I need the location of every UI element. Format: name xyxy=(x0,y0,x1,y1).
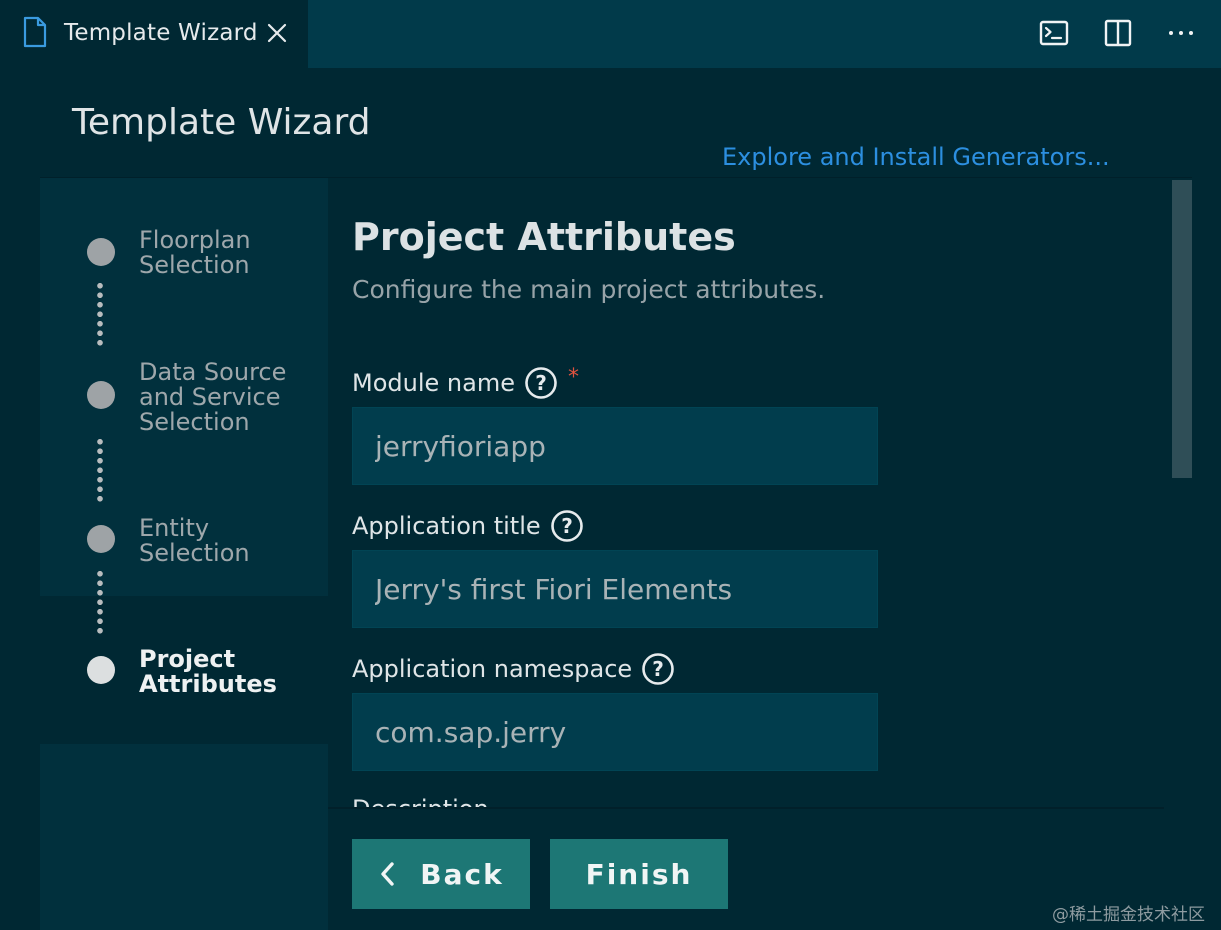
svg-text:?: ? xyxy=(652,657,664,681)
footer-divider xyxy=(328,807,1164,809)
back-button-label: Back xyxy=(420,857,504,891)
finish-button-label: Finish xyxy=(585,857,693,891)
editor-tab-bar: Template Wizard xyxy=(0,0,1221,68)
step-indicator-entity xyxy=(87,525,115,553)
step-entity-selection[interactable]: Entity Selection xyxy=(139,516,250,566)
chevron-left-icon xyxy=(381,862,394,886)
help-icon[interactable]: ? xyxy=(524,366,558,400)
help-icon[interactable]: ? xyxy=(641,652,675,686)
back-button[interactable]: Back xyxy=(352,839,530,909)
module-name-label: Module name ? * xyxy=(352,364,579,400)
module-name-input[interactable] xyxy=(352,407,878,485)
scrollbar-thumb[interactable] xyxy=(1172,180,1192,478)
required-indicator: * xyxy=(567,364,579,390)
step-connector xyxy=(97,281,103,347)
section-title: Project Attributes xyxy=(352,215,736,259)
application-namespace-input[interactable] xyxy=(352,693,878,771)
application-title-label: Application title ? xyxy=(352,509,584,543)
svg-text:?: ? xyxy=(535,371,547,395)
help-icon[interactable]: ? xyxy=(550,509,584,543)
tab-title: Template Wizard xyxy=(64,20,258,46)
terminal-icon[interactable] xyxy=(1037,16,1071,50)
step-connector xyxy=(97,569,103,635)
application-title-label-text: Application title xyxy=(352,512,541,540)
more-actions-icon[interactable] xyxy=(1164,16,1198,50)
watermark: @稀土掘金技术社区 xyxy=(1052,905,1205,925)
step-indicator-floorplan xyxy=(87,238,115,266)
step-data-source-selection[interactable]: Data Source and Service Selection xyxy=(139,360,286,435)
file-icon xyxy=(23,16,47,48)
section-subtitle: Configure the main project attributes. xyxy=(352,275,826,304)
module-name-label-text: Module name xyxy=(352,369,515,397)
step-connector xyxy=(97,437,103,503)
split-editor-icon[interactable] xyxy=(1101,16,1135,50)
finish-button[interactable]: Finish xyxy=(550,839,728,909)
step-project-attributes: Project Attributes xyxy=(139,645,277,698)
application-namespace-label: Application namespace ? xyxy=(352,652,675,686)
tab-template-wizard[interactable]: Template Wizard xyxy=(0,0,308,68)
explore-generators-link[interactable]: Explore and Install Generators... xyxy=(722,143,1110,171)
steps-panel-lower xyxy=(40,744,328,930)
close-icon[interactable] xyxy=(264,20,290,46)
step-indicator-project-attributes xyxy=(87,656,115,684)
svg-text:?: ? xyxy=(561,514,573,538)
step-indicator-data-source xyxy=(87,381,115,409)
application-title-input[interactable] xyxy=(352,550,878,628)
page-title: Template Wizard xyxy=(72,102,371,143)
step-floorplan-selection[interactable]: Floorplan Selection xyxy=(139,228,251,278)
application-namespace-label-text: Application namespace xyxy=(352,655,633,683)
